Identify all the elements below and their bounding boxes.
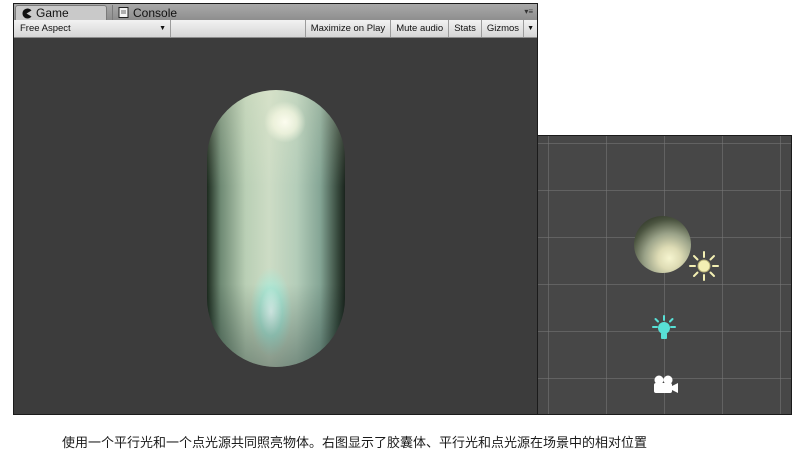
tab-console-label: Console xyxy=(133,5,178,20)
game-toolbar: Free Aspect ▼ Maximize on Play Mute audi… xyxy=(14,20,537,38)
chevron-down-icon: ▼ xyxy=(159,25,166,32)
figure-caption: 使用一个平行光和一个点光源共同照亮物体。右图显示了胶囊体、平行光和点光源在场景中… xyxy=(62,435,648,450)
directional-light-icon[interactable] xyxy=(688,250,720,282)
console-icon xyxy=(117,7,129,19)
capsule-object xyxy=(207,90,345,367)
stats-label: Stats xyxy=(454,23,476,34)
tab-console[interactable]: Console xyxy=(112,5,222,20)
pacman-icon xyxy=(20,7,32,19)
mute-audio-button[interactable]: Mute audio xyxy=(390,20,448,37)
gizmos-button[interactable]: Gizmos xyxy=(480,20,523,37)
game-window: Game Console ▾≡ Free Aspect ▼ Maximize o… xyxy=(13,3,538,415)
tab-game[interactable]: Game xyxy=(15,5,107,20)
gizmos-label: Gizmos xyxy=(486,23,520,34)
tab-menu-icon[interactable]: ▾≡ xyxy=(524,7,533,16)
mute-audio-label: Mute audio xyxy=(396,23,444,34)
page: Game Console ▾≡ Free Aspect ▼ Maximize o… xyxy=(0,0,807,461)
aspect-dropdown[interactable]: Free Aspect ▼ xyxy=(14,20,171,37)
scene-view[interactable] xyxy=(537,135,792,415)
aspect-label: Free Aspect xyxy=(20,23,71,34)
maximize-on-play-label: Maximize on Play xyxy=(310,23,386,34)
point-light-icon[interactable] xyxy=(649,315,679,345)
game-viewport[interactable] xyxy=(14,38,537,414)
tab-strip: Game Console ▾≡ xyxy=(14,4,537,21)
tab-game-label: Game xyxy=(36,6,69,20)
camera-icon[interactable] xyxy=(651,374,679,396)
maximize-on-play-button[interactable]: Maximize on Play xyxy=(304,20,390,37)
capsule-scene-object[interactable] xyxy=(634,216,691,273)
gizmos-dropdown-icon[interactable]: ▼ xyxy=(523,20,537,37)
stats-button[interactable]: Stats xyxy=(448,20,481,37)
